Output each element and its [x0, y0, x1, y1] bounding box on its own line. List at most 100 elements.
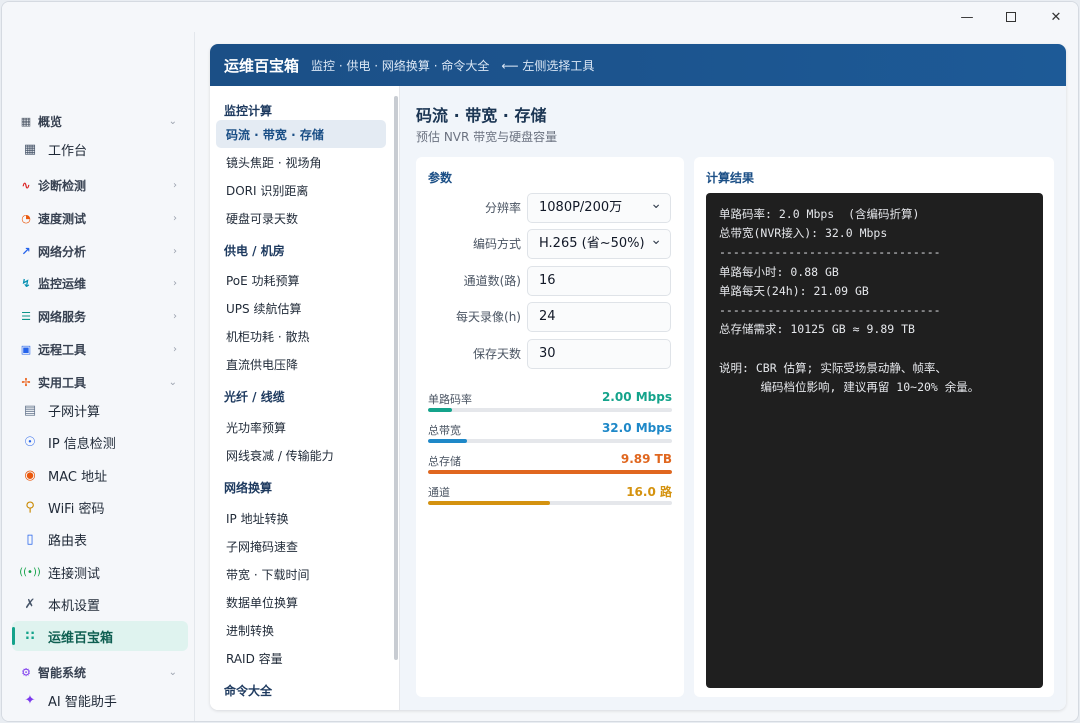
tool-list: 监控计算 码流 · 带宽 · 存储 镜头焦距 · 视场角 DORI 识别距离 硬… — [210, 86, 400, 710]
tool-item-optical-power[interactable]: 光功率预算 — [216, 413, 386, 441]
result-line: -------------------------------- — [719, 303, 941, 318]
tool-item-cabinet[interactable]: 机柜功耗 · 散热 — [216, 322, 386, 350]
tool-item-dc-drop[interactable]: 直流供电压降 — [216, 350, 386, 378]
sidebar-group-label: 实用工具 — [38, 375, 87, 390]
map-icon: ▯ — [26, 531, 34, 547]
sidebar-group-utilities[interactable]: ✢ 实用工具 ⌄ — [20, 369, 185, 395]
chevron-right-icon: › — [173, 179, 177, 191]
codec-select[interactable]: H.265 (省~50%) — [527, 226, 671, 259]
meter-label: 总带宽 — [428, 424, 461, 437]
sidebar-item-ops-toolbox[interactable]: ∷ 运维百宝箱 — [12, 621, 188, 651]
tool-item-lens-focal[interactable]: 镜头焦距 · 视场角 — [216, 148, 386, 176]
sidebar-item-route-table[interactable]: ▯ 路由表 — [12, 524, 188, 554]
tool-item-base-convert[interactable]: 进制转换 — [216, 616, 386, 644]
tool-item-bitrate-storage[interactable]: 码流 · 带宽 · 存储 — [216, 120, 386, 148]
chevron-down-icon: ⌄ — [168, 115, 177, 127]
tool-item-cable-attenuation[interactable]: 网线衰减 / 传输能力 — [216, 441, 386, 469]
sidebar-item-mac-address[interactable]: ◉ MAC 地址 — [12, 460, 188, 490]
result-line: 说明: CBR 估算; 实际受场景动静、帧率、 — [719, 360, 947, 375]
days-input[interactable]: 30 — [527, 339, 671, 369]
tool-category-fiber: 光纤 / 线缆 — [224, 390, 285, 404]
toolbox-banner: 运维百宝箱 监控 · 供电 · 网络换算 · 命令大全 ⟵ 左侧选择工具 — [210, 44, 1066, 86]
sidebar-item-label: WiFi 密码 — [48, 501, 105, 517]
tool-item-ups[interactable]: UPS 续航估算 — [216, 294, 386, 322]
result-header: 计算结果 — [706, 171, 755, 185]
fingerprint-icon: ◉ — [24, 467, 36, 483]
meter-track — [428, 470, 672, 474]
sidebar-item-label: 子网计算 — [48, 404, 101, 420]
hours-input[interactable]: 24 — [527, 302, 671, 332]
sidebar-group-label: 网络分析 — [38, 244, 87, 259]
tool-content: 码流 · 带宽 · 存储 预估 NVR 带宽与硬盘容量 参数 分辨率 1080P… — [400, 86, 1066, 710]
meter-value: 32.0 Mbps — [601, 421, 672, 435]
sidebar-group-label: 网络服务 — [38, 309, 87, 324]
meter-fill — [428, 470, 672, 474]
sidebar-group-label: 智能系统 — [38, 665, 87, 680]
bolt-icon: ↯ — [21, 276, 31, 290]
cpu-icon: ⚙ — [21, 665, 31, 679]
chevron-down-icon: ⌄ — [168, 376, 177, 388]
meter-fill — [428, 501, 550, 505]
close-icon[interactable]: ✕ — [1033, 2, 1078, 32]
sidebar-item-label: 路由表 — [48, 533, 88, 549]
meter-total-bandwidth: 总带宽 32.0 Mbps — [428, 421, 672, 448]
result-line: 单路每小时: 0.88 GB — [719, 264, 839, 279]
pulse-icon: ∿ — [21, 178, 31, 192]
sidebar-group-intelligent[interactable]: ⚙ 智能系统 ⌄ — [20, 659, 185, 685]
chevron-right-icon: › — [173, 343, 177, 355]
signal-icon: ((•)) — [19, 566, 41, 578]
tools-icon: ✢ — [21, 375, 31, 389]
field-hours: 每天录像(h) 24 — [416, 302, 671, 332]
sidebar-item-label: 运维百宝箱 — [48, 630, 114, 646]
chevron-right-icon: › — [173, 310, 177, 322]
sidebar-item-ai-assistant[interactable]: ✦ AI 智能助手 — [12, 685, 188, 715]
sidebar-item-label: 连接测试 — [48, 566, 101, 582]
tool-item-disk-days[interactable]: 硬盘可录天数 — [216, 204, 386, 232]
wrench-icon: ✗ — [24, 596, 36, 612]
sidebar-group-diagnostics[interactable]: ∿ 诊断检测 › — [20, 172, 185, 198]
sparkle-icon: ✦ — [24, 692, 36, 708]
field-label: 通道数(路) — [463, 274, 521, 288]
field-label: 保存天数 — [472, 347, 521, 361]
sidebar-group-network-services[interactable]: ☰ 网络服务 › — [20, 303, 185, 329]
field-channels: 通道数(路) 16 — [416, 266, 671, 296]
speedometer-icon: ◔ — [21, 211, 31, 225]
result-line: 单路码率: 2.0 Mbps (含编码折算) — [719, 207, 920, 221]
sidebar-group-speedtest[interactable]: ◔ 速度测试 › — [20, 205, 185, 231]
tool-item-poe[interactable]: PoE 功耗预算 — [216, 266, 386, 294]
result-terminal: 单路码率: 2.0 Mbps (含编码折算) 总带宽(NVR接入): 32.0 … — [706, 193, 1043, 688]
sidebar-item-workbench[interactable]: ▦ 工作台 — [12, 134, 188, 164]
sidebar-item-ip-info[interactable]: ☉ IP 信息检测 — [12, 427, 188, 457]
tool-item-download-time[interactable]: 带宽 · 下载时间 — [216, 560, 386, 588]
app-window: — ✕ ▦ 概览 ⌄ ▦ 工作台 ∿ 诊断检测 › ◔ 速度测试 › ↗ 网络分… — [1, 1, 1079, 722]
sidebar-item-local-settings[interactable]: ✗ 本机设置 — [12, 589, 188, 619]
sidebar-group-overview[interactable]: ▦ 概览 ⌄ — [20, 108, 185, 134]
channels-input[interactable]: 16 — [527, 266, 671, 296]
sidebar-group-label: 远程工具 — [38, 342, 87, 357]
tool-item-raid[interactable]: RAID 容量 — [216, 644, 386, 672]
sidebar-item-connection-test[interactable]: ((•)) 连接测试 — [12, 557, 188, 587]
chevron-right-icon: › — [173, 212, 177, 224]
sidebar-group-monitoring[interactable]: ↯ 监控运维 › — [20, 270, 185, 296]
maximize-icon[interactable] — [988, 2, 1034, 32]
tool-item-data-units[interactable]: 数据单位换算 — [216, 588, 386, 616]
apps-grid-icon: ∷ — [25, 628, 35, 644]
result-line: 编码档位影响, 建议再留 10~20% 余量。 — [719, 379, 980, 394]
sidebar-group-remote-tools[interactable]: ▣ 远程工具 › — [20, 336, 185, 362]
sidebar-group-label: 速度测试 — [38, 211, 87, 226]
sidebar-item-subnet-calc[interactable]: ▤ 子网计算 — [12, 395, 188, 425]
result-line — [719, 339, 1030, 358]
resolution-select[interactable]: 1080P/200万 — [527, 190, 671, 223]
sidebar-item-label: 工作台 — [48, 143, 88, 159]
sidebar-item-label: MAC 地址 — [48, 469, 108, 485]
tool-item-ip-convert[interactable]: IP 地址转换 — [216, 504, 386, 532]
sidebar-item-wifi-password[interactable]: ⚲ WiFi 密码 — [12, 492, 188, 522]
minimize-icon[interactable]: — — [944, 2, 990, 32]
sidebar-group-label: 监控运维 — [38, 276, 87, 291]
field-label: 每天录像(h) — [456, 310, 521, 324]
sidebar-group-network-analysis[interactable]: ↗ 网络分析 › — [20, 238, 185, 264]
tool-list-scrollbar[interactable] — [394, 96, 398, 660]
tool-item-subnet-mask[interactable]: 子网掩码速查 — [216, 532, 386, 560]
meter-fill — [428, 408, 453, 412]
tool-item-dori[interactable]: DORI 识别距离 — [216, 176, 386, 204]
